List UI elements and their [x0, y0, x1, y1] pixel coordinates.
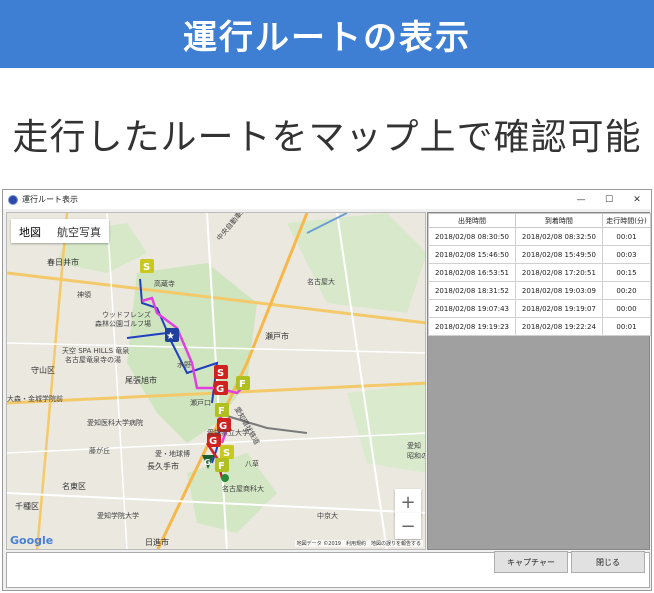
app-icon — [8, 194, 18, 205]
cell-arrival: 2018/02/08 19:22:24 — [514, 317, 603, 336]
tab-satellite[interactable]: 航空写真 — [49, 219, 109, 243]
map-label-20: 千種区 — [15, 501, 39, 511]
map-footer[interactable]: 地図データ ©2019 利用規約 地図の誤りを報告する — [294, 540, 423, 547]
map-label-0: 春日井市 — [47, 257, 79, 267]
map-label-11: 瀬戸口 — [190, 398, 211, 407]
svg-text:F: F — [218, 461, 225, 472]
map-label-21: 愛知学院大学 — [97, 511, 139, 520]
map-label-15: 藤が丘 — [89, 446, 110, 455]
table-row[interactable]: 2018/02/08 19:07:43 2018/02/08 19:19:07 00… — [428, 299, 652, 318]
cell-departure: 2018/02/08 08:30:50 — [428, 227, 516, 246]
map-label-8: 尾張旭市 — [125, 375, 157, 385]
close-button[interactable]: 閉じる — [571, 551, 645, 573]
map-label-19: 名東区 — [62, 481, 86, 491]
banner-title: 運行ルートの表示 — [0, 0, 654, 68]
map-label-5: 天空 SPA HILLS 竜泉 — [62, 346, 129, 355]
minimize-button[interactable]: — — [567, 190, 595, 209]
map-label-1: 高蔵寺 — [154, 279, 175, 288]
maximize-button[interactable]: ☐ — [595, 190, 623, 209]
map-label-24: 名古屋商科大 — [222, 484, 264, 493]
map-label-16: 長久手市 — [147, 461, 179, 471]
cell-departure: 2018/02/08 15:46:50 — [428, 245, 516, 264]
zoom-out-button[interactable]: − — [395, 513, 421, 539]
window-title: 運行ルート表示 — [22, 195, 78, 204]
table-row[interactable]: 2018/02/08 16:53:51 2018/02/08 17:20:51 00… — [428, 263, 652, 282]
map-label-14: 愛知医科大学病院 — [87, 418, 143, 427]
cell-departure: 2018/02/08 19:07:43 — [428, 299, 516, 318]
svg-text:G: G — [209, 436, 217, 447]
table-row[interactable]: 2018/02/08 15:46:50 2018/02/08 15:49:50 00… — [428, 245, 652, 264]
map-label-6: 名古屋竜泉寺の湯 — [65, 355, 121, 364]
cell-duration: 00:00 — [601, 299, 652, 318]
map-label-10: 水野 — [177, 360, 191, 369]
map-label-9: 瀬戸市 — [265, 331, 289, 341]
table-header-row: 出発時間 到着時間 走行時間(分) — [428, 213, 652, 228]
cell-duration: 00:01 — [601, 317, 652, 336]
zoom-in-button[interactable]: + — [395, 489, 421, 515]
table-row[interactable]: 2018/02/08 19:19:23 2018/02/08 19:22:24 00… — [428, 317, 652, 336]
trip-table-panel: 出発時間 到着時間 走行時間(分) 2018/02/08 08:30:50 201… — [427, 212, 652, 550]
capture-button[interactable]: キャプチャー — [494, 551, 568, 573]
cell-duration: 00:20 — [601, 281, 652, 300]
svg-text:G: G — [216, 384, 224, 395]
cell-departure: 2018/02/08 18:31:52 — [428, 281, 516, 300]
cell-duration: 00:01 — [601, 227, 652, 246]
google-logo-text: Google — [10, 534, 54, 547]
map-canvas[interactable]: S S G F F G G S G F ★ 春日井市 高蔵寺 神領 ウッドフレン… — [7, 213, 426, 550]
route-map[interactable]: S S G F F G G S G F ★ 春日井市 高蔵寺 神領 ウッドフレン… — [6, 212, 426, 550]
cell-departure: 2018/02/08 19:19:23 — [428, 317, 516, 336]
map-label-13: 大森・金城学院前 — [7, 394, 63, 403]
cell-duration: 00:15 — [601, 263, 652, 282]
table-row[interactable]: 2018/02/08 08:30:50 2018/02/08 08:32:50 00… — [428, 227, 652, 246]
fuel-marker-f2[interactable]: F — [215, 403, 229, 417]
map-label-7: 守山区 — [31, 365, 55, 375]
map-label-27: 昭和の — [407, 451, 426, 460]
trip-table: 出発時間 到着時間 走行時間(分) 2018/02/08 08:30:50 201… — [428, 213, 652, 336]
map-label-12: 名古屋大 — [307, 277, 335, 286]
goal-marker-g1[interactable]: G — [214, 381, 228, 395]
cell-departure: 2018/02/08 16:53:51 — [428, 263, 516, 282]
svg-text:F: F — [218, 406, 225, 417]
location-pin — [221, 474, 229, 482]
cell-duration: 00:03 — [601, 245, 652, 264]
star-marker[interactable]: ★ — [165, 328, 179, 342]
map-type-tabs: 地図 航空写真 — [11, 219, 109, 243]
cell-arrival: 2018/02/08 15:49:50 — [514, 245, 603, 264]
map-label-17: 愛・地球博 — [155, 449, 190, 458]
svg-text:S: S — [217, 368, 224, 379]
fuel-marker-f3[interactable]: F — [215, 458, 229, 472]
cell-arrival: 2018/02/08 19:19:07 — [514, 299, 603, 318]
svg-text:S: S — [223, 448, 230, 459]
start-marker-s3[interactable]: S — [220, 445, 234, 459]
svg-text:F: F — [239, 379, 246, 390]
cell-arrival: 2018/02/08 17:20:51 — [514, 263, 603, 282]
table-row[interactable]: 2018/02/08 18:31:52 2018/02/08 19:03:09 00… — [428, 281, 652, 300]
header-departure[interactable]: 出発時間 — [428, 213, 516, 228]
google-logo: Google — [10, 534, 53, 547]
route-window: 運行ルート表示 — ☐ ✕ S S G F F G G S G F ★ 春日井市… — [2, 189, 652, 591]
svg-text:★: ★ — [166, 331, 175, 342]
cell-arrival: 2018/02/08 19:03:09 — [514, 281, 603, 300]
subtitle: 走行したルートをマップ上で確認可能 — [12, 117, 642, 158]
fuel-marker-f1[interactable]: F — [236, 376, 250, 390]
svg-text:S: S — [143, 262, 150, 273]
map-label-23: 愛知県立大学 — [207, 428, 249, 437]
map-label-3: ウッドフレンズ — [102, 310, 151, 319]
tab-map[interactable]: 地図 — [11, 219, 49, 243]
header-duration[interactable]: 走行時間(分) — [601, 213, 652, 228]
cell-arrival: 2018/02/08 08:32:50 — [514, 227, 603, 246]
map-label-2: 神領 — [77, 290, 91, 299]
start-marker-s1[interactable]: S — [140, 259, 154, 273]
start-marker-s2[interactable]: S — [214, 365, 228, 379]
close-window-button[interactable]: ✕ — [623, 190, 651, 209]
map-label-22: 日進市 — [145, 537, 169, 547]
svg-text:G: G — [204, 458, 211, 467]
window-titlebar: 運行ルート表示 — ☐ ✕ — [3, 190, 651, 209]
map-label-25: 中京大 — [317, 511, 338, 520]
map-label-18: 八草 — [245, 459, 259, 468]
map-label-26: 愛知 — [407, 441, 421, 450]
header-arrival[interactable]: 到着時間 — [514, 213, 603, 228]
map-label-4: 森林公園ゴルフ場 — [95, 319, 151, 328]
